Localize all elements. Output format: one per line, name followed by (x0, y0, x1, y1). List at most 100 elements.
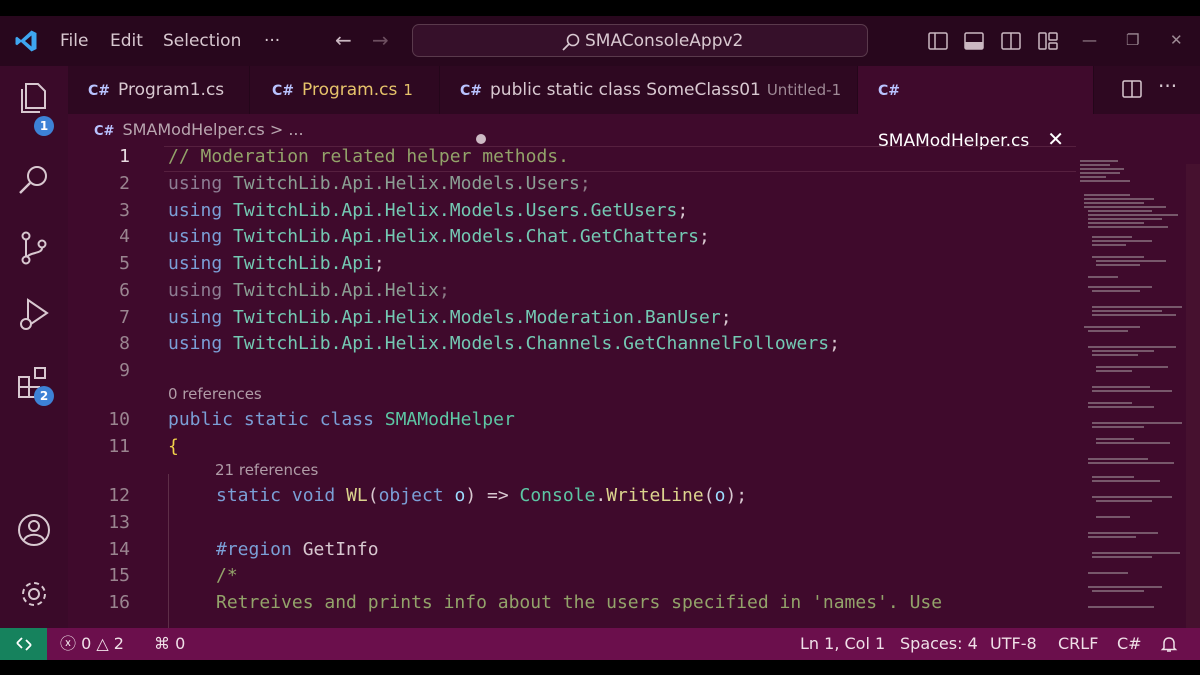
menu-more[interactable]: ··· (264, 16, 280, 66)
remote-indicator[interactable] (0, 628, 47, 660)
code-line: using TwitchLib.Api.Helix.Models.Channel… (168, 333, 840, 354)
toggle-primary-sidebar-icon[interactable] (928, 32, 948, 50)
status-bar: ⓧ 0 △ 2 ⌘ 0 Ln 1, Col 1 Spaces: 4 UTF-8 … (0, 628, 1200, 660)
code-line: using TwitchLib.Api.Helix.Models.Users.G… (168, 200, 688, 221)
line-number: 10 (108, 409, 130, 430)
semicolon: ; (373, 253, 385, 274)
tab-label: Program1.cs (118, 80, 225, 100)
minimap[interactable] (1076, 146, 1186, 628)
punct: . (595, 485, 607, 506)
menu-file[interactable]: File (60, 16, 88, 66)
comment: // Moderation related helper methods. (168, 146, 569, 167)
accounts-icon[interactable] (16, 512, 52, 548)
unsaved-dot-icon[interactable] (476, 134, 486, 144)
ports-count: 0 (175, 634, 186, 653)
forward-arrow-icon[interactable]: → (372, 28, 389, 52)
activity-bar: 1 2 (0, 66, 68, 628)
using-keyword: using (168, 226, 223, 247)
settings-gear-icon[interactable] (16, 576, 52, 612)
explorer-icon[interactable] (16, 80, 52, 116)
code-line: using TwitchLib.Api.Helix.Models.Chat.Ge… (168, 226, 710, 247)
line-number: 8 (119, 333, 130, 354)
modifiers: static void (216, 485, 336, 506)
line-number: 15 (108, 565, 130, 586)
namespace: TwitchLib.Api.Helix.Models.Users (233, 173, 580, 194)
code-line: using TwitchLib.Api.Helix.Models.Users; (168, 173, 591, 194)
toggle-panel-icon[interactable] (964, 32, 984, 50)
run-debug-icon[interactable] (16, 296, 52, 332)
line-number: 9 (119, 360, 130, 381)
using-keyword: using (168, 280, 223, 301)
extensions-badge: 2 (34, 386, 54, 406)
breadcrumb-file[interactable]: SMAModHelper.cs (122, 120, 264, 139)
ports-indicator[interactable]: ⌘ 0 (154, 628, 185, 660)
line-number: 3 (119, 200, 130, 221)
tab-description: Untitled-1 (766, 81, 842, 99)
split-editor-icon[interactable] (1122, 80, 1142, 98)
namespace: TwitchLib.Api.Helix (233, 280, 439, 301)
codelens-references[interactable]: 21 references (215, 461, 318, 479)
line-number: 16 (108, 592, 130, 613)
search-icon (562, 33, 580, 51)
search-view-icon[interactable] (16, 162, 52, 198)
breadcrumb-more[interactable]: ... (288, 120, 303, 139)
line-number: 4 (119, 226, 130, 247)
csharp-file-icon: C# (272, 83, 295, 99)
broadcast-icon: ⌘ (154, 634, 170, 653)
vertical-scrollbar[interactable] (1186, 164, 1200, 628)
using-keyword: using (168, 253, 223, 274)
using-keyword: using (168, 200, 223, 221)
menu-edit[interactable]: Edit (110, 16, 143, 66)
tab-untitled-1[interactable]: C# public static class SomeClass01 Untitle… (440, 66, 858, 144)
tab-smamodhelper[interactable]: C#SMAModHelper.cs ✕ (858, 66, 1094, 151)
more-actions-icon[interactable]: ··· (1158, 74, 1177, 98)
tab-label: public static class SomeClass01 (490, 80, 761, 100)
punct: ( (367, 485, 379, 506)
code-editor[interactable]: 1 2 3 4 5 6 7 8 9 10 11 12 13 14 15 16 /… (68, 146, 1080, 628)
source-control-icon[interactable] (16, 230, 52, 266)
tab-program[interactable]: C# Program.cs 1 (250, 66, 440, 114)
encoding[interactable]: UTF-8 (990, 628, 1037, 660)
class-name: Console (519, 485, 596, 506)
back-arrow-icon[interactable]: ← (335, 28, 352, 52)
notifications-bell-icon[interactable] (1160, 635, 1178, 653)
type-keyword: object (378, 485, 444, 506)
indent-guide (168, 474, 169, 628)
semicolon: ; (438, 280, 450, 301)
namespace: TwitchLib.Api.Helix.Models.Channels.GetC… (233, 333, 830, 354)
comment: /* (216, 565, 238, 586)
problems-indicator[interactable]: ⓧ 0 △ 2 (60, 628, 124, 660)
cursor-position[interactable]: Ln 1, Col 1 (800, 628, 885, 660)
menu-selection[interactable]: Selection (163, 16, 241, 66)
code-line: // Moderation related helper methods. (168, 146, 569, 167)
punct: ); (725, 485, 748, 506)
namespace: TwitchLib.Api.Helix.Models.Chat.GetChatt… (233, 226, 700, 247)
restore-icon[interactable]: ❐ (1126, 16, 1139, 66)
code-line: { (168, 436, 179, 457)
csharp-file-icon: C# (88, 83, 111, 99)
problem-count-badge: 1 (403, 81, 413, 99)
tab-program1[interactable]: C# Program1.cs (68, 66, 250, 114)
method-name: WL (346, 485, 368, 506)
semicolon: ; (829, 333, 840, 354)
code-line: static void WL(object o) => Console.Writ… (216, 485, 747, 506)
command-center-search[interactable]: SMAConsoleAppv2 (412, 24, 868, 57)
minimize-icon[interactable]: — (1082, 16, 1097, 66)
warning-icon: △ (96, 634, 109, 653)
customize-layout-icon[interactable] (1038, 32, 1058, 50)
close-window-icon[interactable]: ✕ (1170, 16, 1183, 66)
warning-count: 2 (113, 634, 124, 653)
breadcrumb[interactable]: C# SMAModHelper.cs > ... (94, 120, 304, 139)
code-line: public static class SMAModHelper (168, 409, 515, 430)
toggle-secondary-sidebar-icon[interactable] (1001, 32, 1021, 50)
indentation[interactable]: Spaces: 4 (900, 628, 978, 660)
semicolon: ; (579, 173, 591, 194)
line-number: 7 (119, 307, 130, 328)
method-name: WriteLine (606, 485, 704, 506)
line-number: 14 (108, 539, 130, 560)
codelens-references[interactable]: 0 references (168, 385, 262, 403)
csharp-file-icon: C# (460, 83, 483, 99)
line-endings[interactable]: CRLF (1058, 628, 1098, 660)
language-mode[interactable]: C# (1117, 628, 1142, 660)
region-keyword: #region (216, 539, 292, 560)
